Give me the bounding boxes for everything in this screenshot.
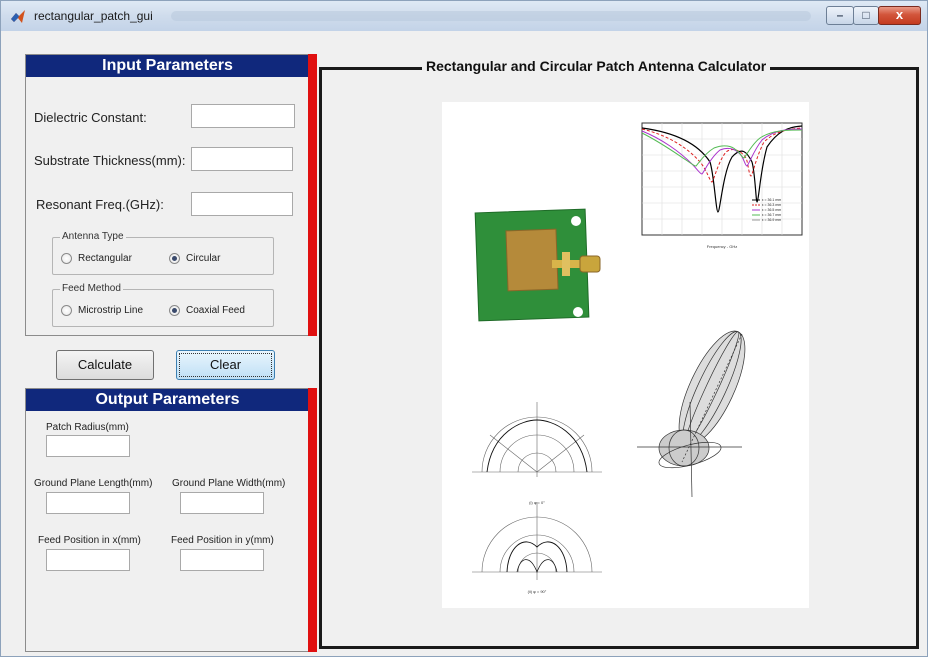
radiation-pattern-3d <box>637 330 746 498</box>
input-parameters-panel: Input Parameters Dielectric Constant: Su… <box>25 54 310 336</box>
antenna-type-title: Antenna Type <box>60 231 126 242</box>
feed-method-title: Feed Method <box>60 283 123 294</box>
svg-text:Frequency - GHz: Frequency - GHz <box>707 244 737 249</box>
polar-plot-phi90: (ii) φ = 90° <box>472 502 602 594</box>
s11-plot: ε = 36.1 mm ε = 36.3 mm ε = 36.5 mm ε = … <box>641 122 803 249</box>
feed-position-y-field[interactable] <box>180 549 264 571</box>
radio-coaxial-feed[interactable] <box>169 305 180 316</box>
pcb-antenna-photo <box>474 208 601 322</box>
minimize-icon: – <box>836 8 844 22</box>
title-bar[interactable]: rectangular_patch_gui – □ x <box>1 1 927 31</box>
maximize-button[interactable]: □ <box>853 6 879 25</box>
calculate-button[interactable]: Calculate <box>56 350 154 380</box>
antenna-type-group: Antenna Type Rectangular Circular <box>52 231 274 275</box>
svg-text:ε = 36.5 mm: ε = 36.5 mm <box>762 208 781 212</box>
radio-rectangular[interactable] <box>61 253 72 264</box>
svg-text:ε = 36.3 mm: ε = 36.3 mm <box>762 203 781 207</box>
calculate-button-label: Calculate <box>77 357 133 372</box>
maximize-icon: □ <box>862 8 870 22</box>
dielectric-constant-field[interactable] <box>191 104 295 128</box>
main-title: Rectangular and Circular Patch Antenna C… <box>422 58 771 74</box>
clear-button[interactable]: Clear <box>176 350 275 380</box>
output-panel-red-bar <box>308 388 317 652</box>
close-icon: x <box>895 7 904 22</box>
app-window: rectangular_patch_gui – □ x Input Parame… <box>0 0 928 657</box>
input-panel-red-bar <box>308 54 317 336</box>
radio-rectangular-label[interactable]: Rectangular <box>78 253 132 264</box>
antenna-illustrations: ε = 36.1 mm ε = 36.3 mm ε = 36.5 mm ε = … <box>472 122 803 594</box>
ground-plane-length-label: Ground Plane Length(mm) <box>34 478 153 489</box>
feed-position-x-label: Feed Position in x(mm) <box>38 535 141 546</box>
resonant-freq-field[interactable] <box>191 192 293 216</box>
matlab-app-icon <box>11 10 25 23</box>
substrate-thickness-label: Substrate Thickness(mm): <box>34 153 186 168</box>
ground-plane-width-label: Ground Plane Width(mm) <box>172 478 286 489</box>
ground-plane-length-field[interactable] <box>46 492 130 514</box>
antenna-image-canvas: ε = 36.1 mm ε = 36.3 mm ε = 36.5 mm ε = … <box>442 102 809 608</box>
main-frame: Rectangular and Circular Patch Antenna C… <box>319 58 919 649</box>
radio-circular[interactable] <box>169 253 180 264</box>
polar-plot-phi0: (i) φ = 0° <box>472 402 602 505</box>
output-parameters-header: Output Parameters <box>26 389 309 411</box>
ground-plane-width-field[interactable] <box>180 492 264 514</box>
radio-microstrip-line[interactable] <box>61 305 72 316</box>
svg-text:ε = 36.7 mm: ε = 36.7 mm <box>762 213 781 217</box>
close-button[interactable]: x <box>878 6 921 25</box>
output-parameters-panel: Output Parameters Patch Radius(mm) Groun… <box>25 388 310 652</box>
window-title: rectangular_patch_gui <box>34 9 153 23</box>
patch-radius-label: Patch Radius(mm) <box>46 422 129 433</box>
svg-text:(ii) φ = 90°: (ii) φ = 90° <box>528 589 547 594</box>
patch-radius-field[interactable] <box>46 435 130 457</box>
minimize-button[interactable]: – <box>826 6 854 25</box>
radio-coaxial-feed-label[interactable]: Coaxial Feed <box>186 305 245 316</box>
title-blur <box>171 11 811 21</box>
svg-text:ε = 36.1 mm: ε = 36.1 mm <box>762 198 781 202</box>
substrate-thickness-field[interactable] <box>191 147 293 171</box>
radio-microstrip-line-label[interactable]: Microstrip Line <box>78 305 143 316</box>
feed-position-y-label: Feed Position in y(mm) <box>171 535 274 546</box>
clear-button-label: Clear <box>209 357 242 372</box>
dielectric-constant-label: Dielectric Constant: <box>34 110 147 125</box>
input-parameters-header: Input Parameters <box>26 55 309 77</box>
radio-circular-label[interactable]: Circular <box>186 253 220 264</box>
feed-position-x-field[interactable] <box>46 549 130 571</box>
resonant-freq-label: Resonant Freq.(GHz): <box>36 197 164 212</box>
feed-method-group: Feed Method Microstrip Line Coaxial Feed <box>52 283 274 327</box>
svg-text:ε = 36.9 mm: ε = 36.9 mm <box>762 218 781 222</box>
